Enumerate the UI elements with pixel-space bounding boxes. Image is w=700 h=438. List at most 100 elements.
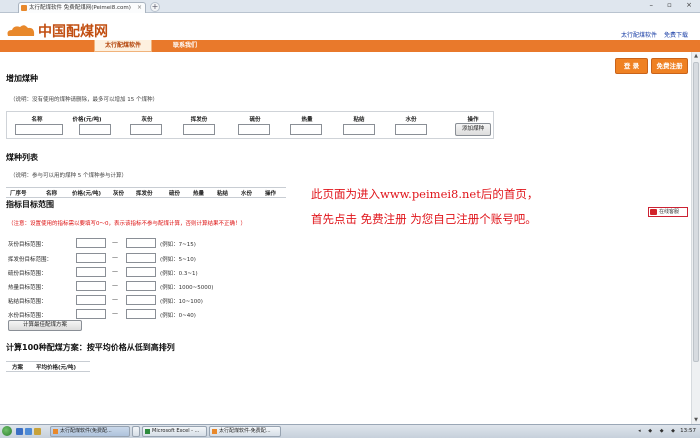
heat-max-input[interactable] xyxy=(126,281,156,291)
coal-list-note: （说明：参与可以用的煤种 5 个煤种参与计算） xyxy=(10,173,127,179)
online-service-widget[interactable]: 在线客服 xyxy=(648,207,688,217)
ash-max-input[interactable] xyxy=(126,238,156,248)
range-dash: — xyxy=(112,310,118,317)
tab-close-icon[interactable]: × xyxy=(137,3,142,13)
taskbar-clock: 13:57 xyxy=(680,428,696,434)
range-label-sulfur: 硫份目标范围： xyxy=(8,271,47,277)
col-header-action: 操作 xyxy=(467,117,479,123)
taskbar-item-browser-2[interactable]: 太行配煤软件-免费配... xyxy=(209,426,281,437)
quicklaunch-ie-icon[interactable] xyxy=(25,428,32,435)
range-dash: — xyxy=(112,268,118,275)
scroll-down-arrow-icon[interactable]: ▼ xyxy=(692,416,700,424)
top-link-download[interactable]: 免费下载 xyxy=(664,32,688,39)
caking-max-input[interactable] xyxy=(126,295,156,305)
list-col-name: 名称 xyxy=(46,191,58,197)
range-label-volatile: 挥发份目标范围： xyxy=(8,257,53,263)
coal-sulfur-input[interactable] xyxy=(238,124,270,135)
range-label-heat: 热量目标范围： xyxy=(8,285,47,291)
list-col-heat: 热量 xyxy=(193,191,205,197)
moisture-min-input[interactable] xyxy=(76,309,106,319)
calculate-plan-button[interactable]: 计算最佳配煤方案 xyxy=(8,320,82,331)
taskbar-item-label: Microsoft Excel - ... xyxy=(152,428,200,434)
quicklaunch-folder-icon[interactable] xyxy=(34,428,41,435)
taskbar-item-blank[interactable] xyxy=(132,426,140,437)
range-example-heat: (例如：1000~5000) xyxy=(160,285,214,291)
heat-min-input[interactable] xyxy=(76,281,106,291)
online-service-label: 在线客服 xyxy=(659,209,680,215)
taskbar-item-excel[interactable]: Microsoft Excel - ... xyxy=(142,426,207,437)
coal-name-input[interactable] xyxy=(15,124,63,135)
logo-text: 中国配煤网 xyxy=(38,24,108,40)
coal-list-header: 厂序号 名称 价格(元/吨) 灰份 挥发份 硫份 热量 粘结 水份 操作 xyxy=(6,187,286,198)
coal-heat-input[interactable] xyxy=(290,124,322,135)
coal-caking-input[interactable] xyxy=(343,124,375,135)
coal-list-title: 煤种列表 xyxy=(6,153,38,162)
caking-min-input[interactable] xyxy=(76,295,106,305)
excel-app-icon xyxy=(145,429,150,434)
list-col-caking: 粘结 xyxy=(217,191,229,197)
register-button[interactable]: 免费注册 xyxy=(651,58,688,74)
annotation-line-2: 首先点击 免费注册 为您自己注册个账号吧。 xyxy=(311,212,537,226)
add-coal-note: （说明：没有使用的煤种请删除，最多可以增加 15 个煤种） xyxy=(10,97,158,103)
browser-tab-title: 太行配煤软件 免费配煤网(Peimei8.com) xyxy=(29,5,131,11)
cloud-logo-icon xyxy=(7,25,35,36)
scroll-thumb[interactable] xyxy=(693,62,699,362)
col-header-caking: 粘结 xyxy=(353,117,365,123)
volatile-max-input[interactable] xyxy=(126,253,156,263)
coal-ash-input[interactable] xyxy=(130,124,162,135)
list-col-index: 厂序号 xyxy=(10,191,27,197)
list-col-action: 操作 xyxy=(265,191,277,197)
list-col-price: 价格(元/吨) xyxy=(72,191,102,197)
range-example-volatile: (例如：5~10) xyxy=(160,257,196,263)
add-coal-title: 增加煤种 xyxy=(6,74,38,83)
start-button[interactable] xyxy=(2,426,12,436)
range-dash: — xyxy=(112,282,118,289)
sulfur-max-input[interactable] xyxy=(126,267,156,277)
main-nav: 太行配煤软件 联系我们 xyxy=(0,40,700,52)
list-col-volatile: 挥发份 xyxy=(136,191,153,197)
plans-title: 计算100种配煤方案：按平均价格从低到高排列 xyxy=(6,343,175,352)
coal-price-input[interactable] xyxy=(79,124,111,135)
vertical-scrollbar[interactable]: ▲ ▼ xyxy=(691,52,700,424)
list-col-ash: 灰份 xyxy=(113,191,125,197)
browser-tab[interactable]: 太行配煤软件 免费配煤网(Peimei8.com) × xyxy=(18,2,146,13)
volatile-min-input[interactable] xyxy=(76,253,106,263)
col-header-price: 价格(元/吨) xyxy=(72,117,102,123)
ash-min-input[interactable] xyxy=(76,238,106,248)
nav-item-software[interactable]: 太行配煤软件 xyxy=(94,40,152,52)
coal-volatile-input[interactable] xyxy=(183,124,215,135)
coal-moisture-input[interactable] xyxy=(395,124,427,135)
sulfur-min-input[interactable] xyxy=(76,267,106,277)
taskbar-item-browser[interactable]: 太行配煤软件(免费配... xyxy=(50,426,130,437)
list-col-sulfur: 硫份 xyxy=(169,191,181,197)
top-links: 太行配煤软件 免费下载 xyxy=(616,30,688,39)
list-col-moisture: 水份 xyxy=(241,191,253,197)
nav-item-contact[interactable]: 联系我们 xyxy=(160,40,210,52)
add-coal-form: 名称 价格(元/吨) 灰份 挥发份 硫份 热量 粘结 水份 操作 添加煤种 xyxy=(6,111,494,139)
site-favicon-icon xyxy=(21,5,27,11)
range-label-moisture: 水份目标范围： xyxy=(8,313,47,319)
plans-table-header: 方案 平均价格(元/吨) xyxy=(6,361,90,372)
range-dash: — xyxy=(112,254,118,261)
login-button[interactable]: 登 录 xyxy=(615,58,648,74)
window-controls[interactable]: – ▫ × xyxy=(649,1,698,9)
quicklaunch-desktop-icon[interactable] xyxy=(16,428,23,435)
top-link-software[interactable]: 太行配煤软件 xyxy=(621,32,657,39)
scroll-up-arrow-icon[interactable]: ▲ xyxy=(692,52,700,60)
browser-tab-bar: 太行配煤软件 免费配煤网(Peimei8.com) × + – ▫ × xyxy=(0,0,700,13)
col-header-name: 名称 xyxy=(31,117,43,123)
chat-icon xyxy=(650,209,657,215)
moisture-max-input[interactable] xyxy=(126,309,156,319)
plan-col-avg-price: 平均价格(元/吨) xyxy=(36,365,77,371)
range-label-caking: 粘结目标范围： xyxy=(8,299,47,305)
range-dash: — xyxy=(112,296,118,303)
range-example-sulfur: (例如：0.3~1) xyxy=(160,271,198,277)
system-tray[interactable]: ◂ ◆ ◆ ◆ xyxy=(638,428,678,434)
targets-warning: （注意：设置使用的指标需以要填写0～0，表示该指标不参与配煤计算，否则计算结果不… xyxy=(8,221,247,227)
taskbar-item-label: 太行配煤软件(免费配... xyxy=(60,428,112,434)
col-header-volatile: 挥发份 xyxy=(190,117,208,123)
new-tab-button[interactable]: + xyxy=(150,2,160,12)
browser-app-icon xyxy=(212,429,217,434)
add-coal-button[interactable]: 添加煤种 xyxy=(455,123,491,136)
col-header-heat: 热量 xyxy=(301,117,313,123)
